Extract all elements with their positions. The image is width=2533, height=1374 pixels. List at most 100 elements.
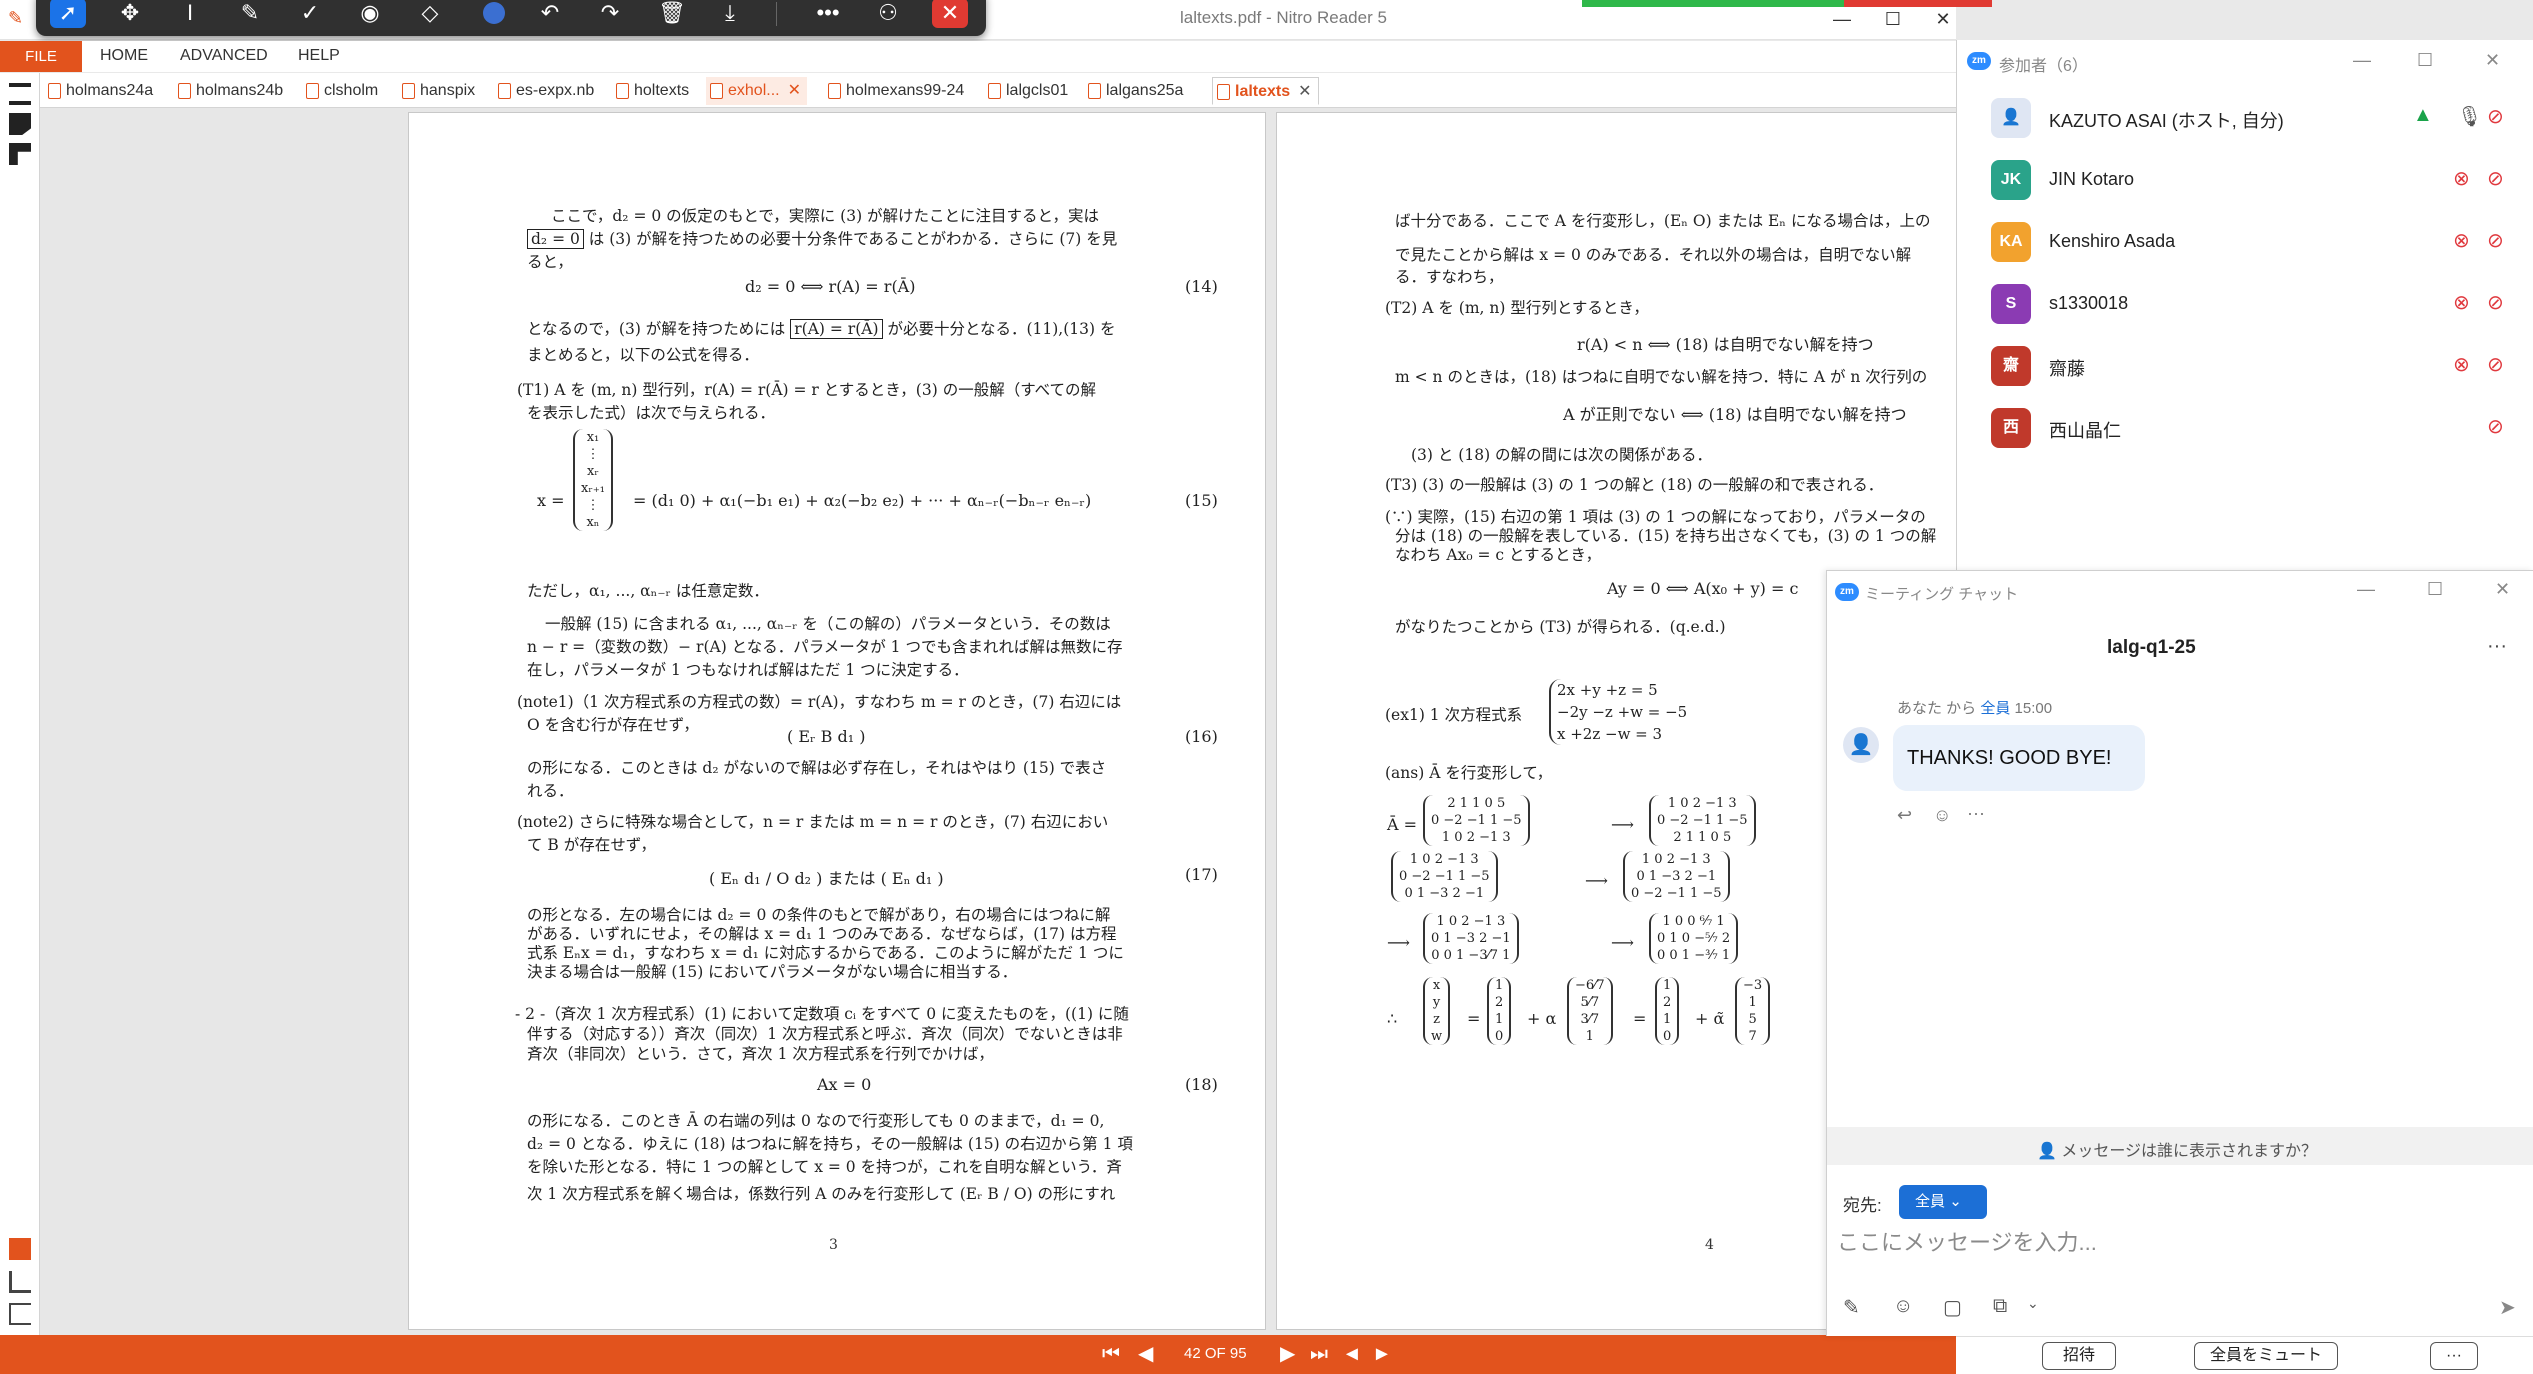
tab-exhol[interactable]: exhol... ✕ <box>706 77 807 105</box>
format-text-icon[interactable]: ✎ <box>1843 1295 1860 1320</box>
pointer-icon[interactable]: ➚ <box>50 0 86 28</box>
text-cursor-icon[interactable]: I <box>172 0 208 28</box>
tab-holmans24a[interactable]: holmans24a <box>44 77 153 105</box>
tab-es-expx[interactable]: es-expx.nb <box>494 77 594 105</box>
minimize-button[interactable]: — <box>2353 50 2371 71</box>
participant-row[interactable]: 👤 KAZUTO ASAI (ホスト, 自分) ▲ 🎙 ⊘ <box>1957 90 2533 150</box>
recipient-value: 全員 <box>1915 1193 1946 1210</box>
trash-icon[interactable]: 🗑 <box>654 0 690 28</box>
last-page-icon[interactable]: ⏭ <box>1310 1343 1328 1365</box>
video-off-icon[interactable]: ⊘ <box>2487 228 2504 253</box>
mic-muted-icon[interactable]: ⊗ <box>2453 290 2470 315</box>
tab-clsholm[interactable]: clsholm <box>302 77 378 105</box>
close-button[interactable]: ✕ <box>2495 579 2510 600</box>
video-off-icon[interactable]: ⊘ <box>2487 352 2504 377</box>
tab-lalgans25a[interactable]: lalgans25a <box>1084 77 1183 105</box>
microphone-icon[interactable]: 🎙 <box>2457 104 2482 129</box>
comments-icon[interactable] <box>9 1238 31 1260</box>
pages-icon[interactable] <box>9 83 31 105</box>
first-page-icon[interactable]: ⏮ <box>1102 1343 1120 1365</box>
check-icon[interactable]: ✓ <box>292 0 328 28</box>
tab-holtexts[interactable]: holtexts <box>612 77 689 105</box>
tab-label: holmans24a <box>66 82 154 99</box>
paragraph-line: れる． <box>527 782 574 800</box>
attachments-icon[interactable] <box>9 143 31 165</box>
reply-icon[interactable]: ↩ <box>1897 805 1912 826</box>
list-icon[interactable] <box>9 1303 31 1325</box>
redo-icon[interactable]: ↷ <box>592 0 628 28</box>
chevron-down-icon[interactable]: ⌄ <box>2027 1295 2039 1312</box>
tab-hanspix[interactable]: hanspix <box>398 77 475 105</box>
participant-row[interactable]: KA Kenshiro Asada ⊗ ⊘ <box>1957 214 2533 274</box>
participant-row[interactable]: S s1330018 ⊗ ⊘ <box>1957 276 2533 336</box>
recipient-link[interactable]: 全員 <box>1980 700 2010 717</box>
participant-row[interactable]: 齋 齋藤 ⊗ ⊘ <box>1957 338 2533 398</box>
video-off-icon[interactable]: ⊘ <box>2487 290 2504 315</box>
tab-holmans24b[interactable]: holmans24b <box>174 77 283 105</box>
close-window-button[interactable]: ✕ <box>1928 4 1958 34</box>
previous-view-icon[interactable]: ◄ <box>1342 1343 1362 1365</box>
download-icon[interactable]: ⤓ <box>712 0 748 28</box>
vector-entry: z <box>1433 1012 1440 1027</box>
send-icon[interactable]: ➤ <box>2499 1295 2516 1320</box>
maximize-button[interactable]: ☐ <box>1878 4 1908 34</box>
maximize-button[interactable]: ☐ <box>2417 50 2433 71</box>
equals-sign: = <box>1467 1009 1481 1028</box>
minimize-button[interactable]: — <box>1827 4 1857 34</box>
mute-all-button[interactable]: 全員をミュート <box>2194 1342 2338 1370</box>
close-button[interactable]: ✕ <box>2485 50 2500 71</box>
menu-home[interactable]: HOME <box>100 47 148 65</box>
participant-name: s1330018 <box>2049 293 2129 313</box>
recipient-dropdown[interactable]: 全員 ⌄ <box>1899 1185 1987 1219</box>
tab-laltexts[interactable]: laltexts ✕ <box>1212 77 1319 105</box>
move-icon[interactable]: ✥ <box>112 0 148 28</box>
bookmarks-icon[interactable] <box>9 113 31 135</box>
share-screen-icon[interactable]: ▲ <box>2413 104 2433 127</box>
mic-muted-icon[interactable]: ⊗ <box>2453 228 2470 253</box>
video-off-icon[interactable]: ⊘ <box>2487 414 2504 439</box>
chat-message-input[interactable] <box>1837 1223 2517 1263</box>
mic-muted-icon[interactable]: ⊗ <box>2453 352 2470 377</box>
page-indicator[interactable]: 42 OF 95 <box>1184 1345 1247 1362</box>
close-icon[interactable]: ✕ <box>932 0 968 28</box>
menu-advanced[interactable]: ADVANCED <box>180 47 268 65</box>
pen-icon[interactable]: ✎ <box>232 0 268 28</box>
more-icon[interactable]: ••• <box>810 0 846 28</box>
share-icon[interactable]: ⚇ <box>870 0 906 28</box>
vector-entry: 7 <box>1748 1029 1757 1044</box>
eraser-icon[interactable]: ◇ <box>412 0 448 28</box>
participant-row[interactable]: 西 西山晶仁 ⊘ <box>1957 400 2533 460</box>
next-view-icon[interactable]: ► <box>1372 1343 1392 1365</box>
tab-lalgcls01[interactable]: lalgcls01 <box>984 77 1068 105</box>
mic-muted-icon[interactable]: ⊗ <box>2453 166 2470 191</box>
invite-button[interactable]: 招待 <box>2042 1342 2116 1370</box>
previous-page-icon[interactable]: ◀ <box>1138 1343 1153 1365</box>
menu-file[interactable]: FILE <box>0 41 82 72</box>
chat-message-bubble[interactable]: THANKS! GOOD BYE! <box>1893 725 2145 791</box>
equals-sign: = <box>1633 1009 1647 1028</box>
maximize-button[interactable]: ☐ <box>2427 579 2443 600</box>
document-viewer[interactable]: ここで，d₂ = 0 の仮定のもとで，実際に (3) が解けたことに注目すると，… <box>40 108 1956 1335</box>
color-dot-icon[interactable] <box>483 2 505 24</box>
more-actions-icon[interactable]: ··· <box>1967 803 1985 824</box>
screenshot-icon[interactable]: ⧉ <box>1993 1295 2007 1318</box>
tab-label: holtexts <box>634 82 690 99</box>
minimize-button[interactable]: — <box>2357 579 2375 600</box>
close-tab-icon[interactable]: ✕ <box>1298 83 1311 100</box>
output-icon[interactable] <box>9 1271 31 1293</box>
file-icon[interactable]: ▢ <box>1943 1295 1962 1320</box>
stamp-icon[interactable]: ◉ <box>352 0 388 28</box>
chat-options-button[interactable]: ··· <box>2487 635 2507 658</box>
close-tab-icon[interactable]: ✕ <box>788 82 801 99</box>
tab-holmexans99-24[interactable]: holmexans99-24 <box>824 77 964 105</box>
next-page-icon[interactable]: ▶ <box>1280 1343 1295 1365</box>
participant-row[interactable]: JK JIN Kotaro ⊗ ⊘ <box>1957 152 2533 212</box>
menu-help[interactable]: HELP <box>298 47 340 65</box>
matrix-row: 1 0 0 ⁶⁄₇ 1 <box>1662 914 1725 929</box>
more-options-button[interactable]: ··· <box>2430 1342 2478 1370</box>
video-off-icon[interactable]: ⊘ <box>2487 104 2504 129</box>
video-off-icon[interactable]: ⊘ <box>2487 166 2504 191</box>
emoji-icon[interactable]: ☺ <box>1893 1295 1913 1318</box>
undo-icon[interactable]: ↶ <box>532 0 568 28</box>
emoji-reaction-icon[interactable]: ☺ <box>1933 805 1951 826</box>
